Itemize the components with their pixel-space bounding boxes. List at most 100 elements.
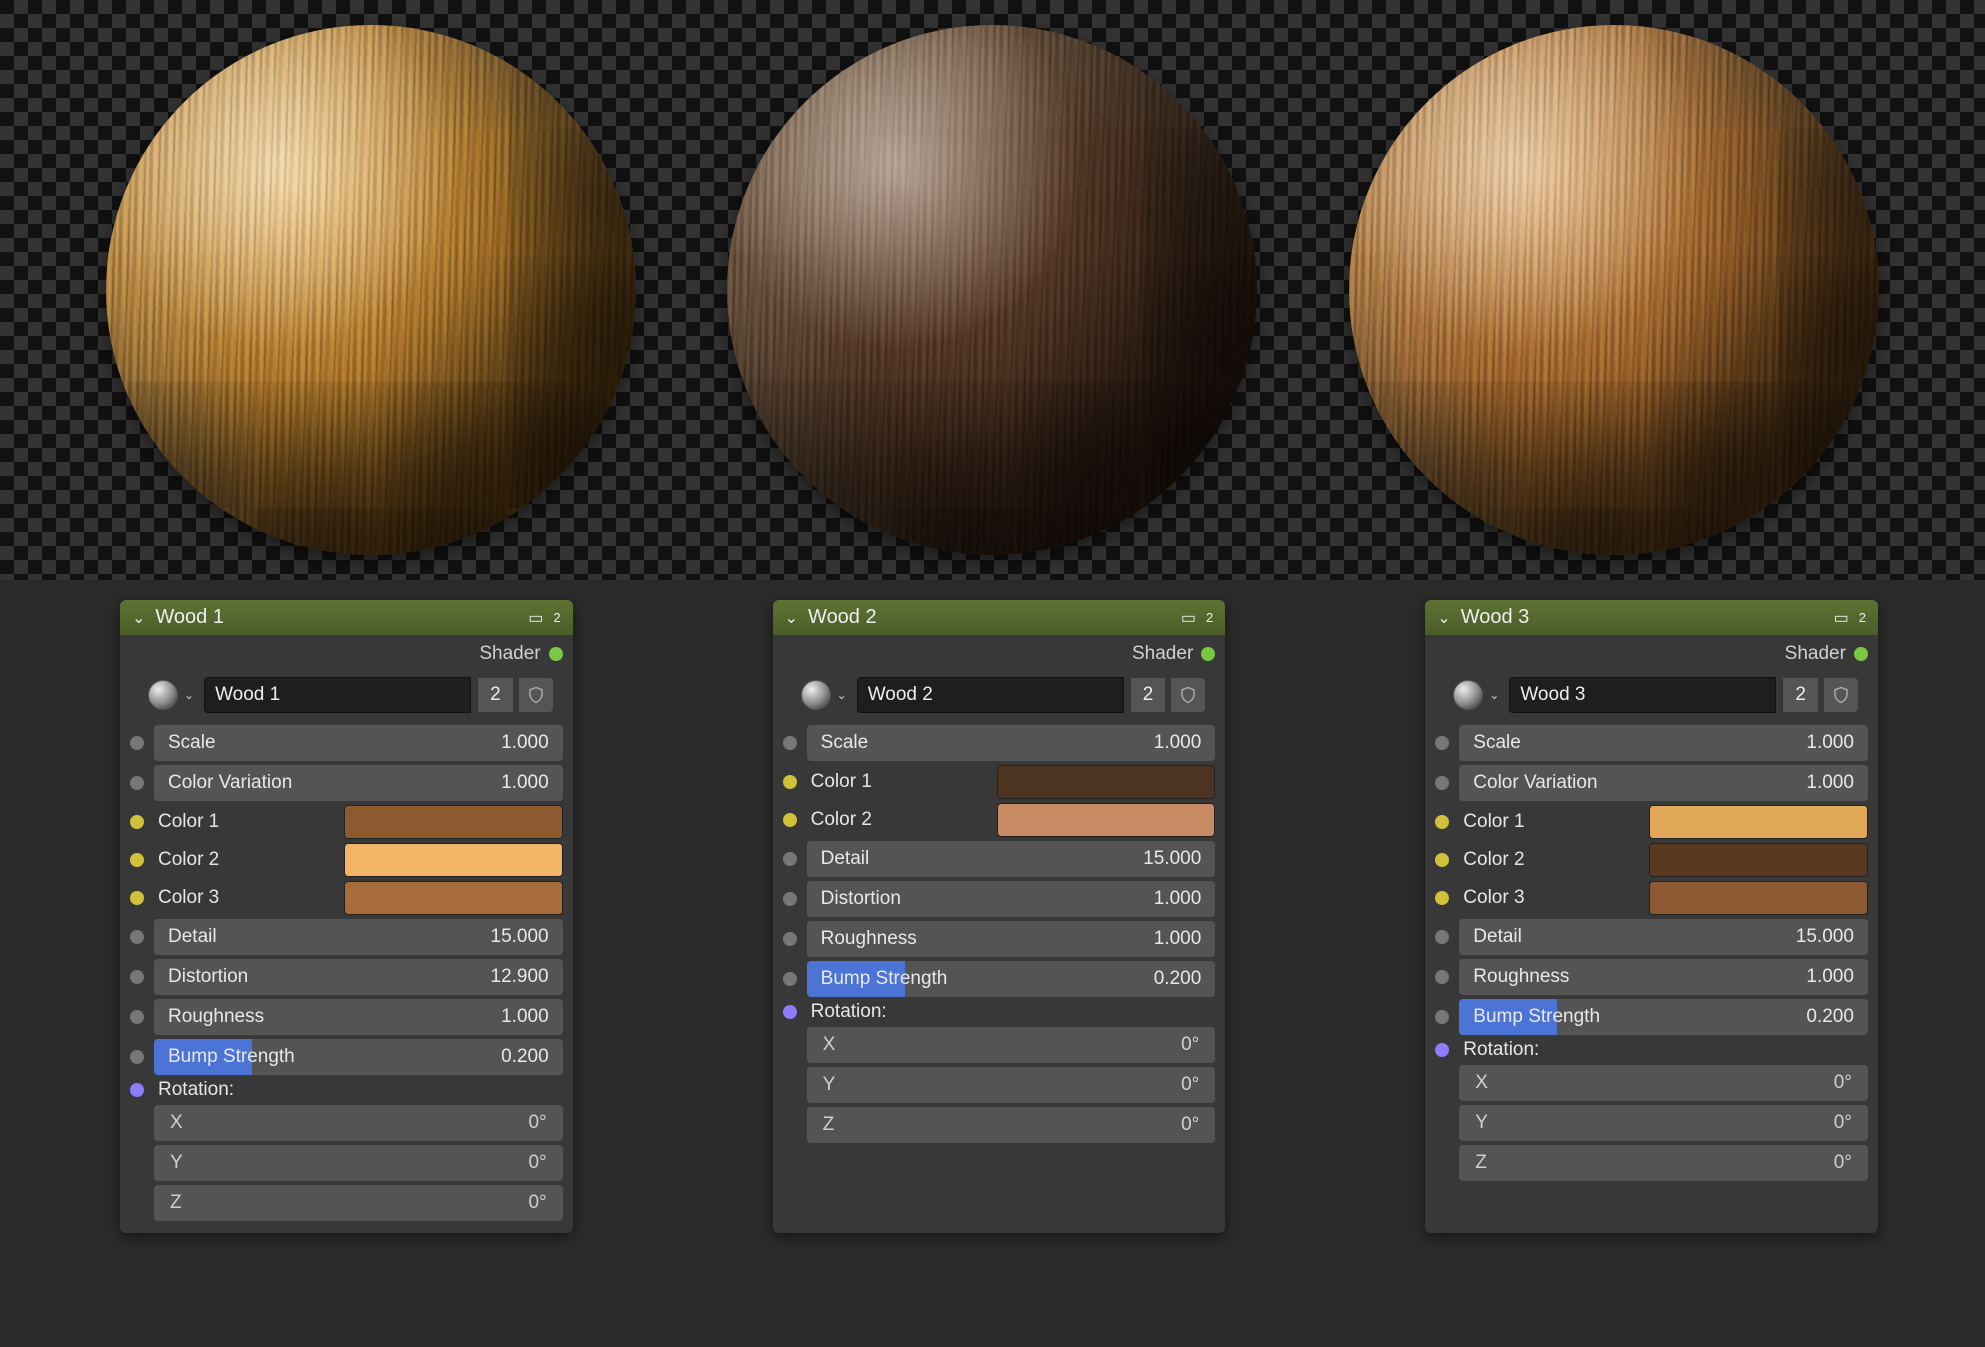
color-socket-icon[interactable] bbox=[130, 853, 144, 867]
float-socket-icon[interactable] bbox=[783, 932, 797, 946]
node-group-icon[interactable]: ▭ bbox=[1834, 608, 1849, 628]
material-preview-sphere-3 bbox=[1349, 25, 1879, 555]
color-swatch[interactable] bbox=[1649, 805, 1868, 839]
float-input[interactable]: Detail15.000 bbox=[807, 841, 1216, 877]
angle-value: 0° bbox=[1834, 1072, 1852, 1094]
material-user-count[interactable]: 2 bbox=[1130, 678, 1166, 712]
property-value: 1.000 bbox=[501, 1006, 549, 1028]
chevron-down-icon[interactable]: ⌄ bbox=[132, 608, 145, 628]
float-input[interactable]: Roughness1.000 bbox=[154, 999, 563, 1035]
property-value: 1.000 bbox=[1806, 772, 1854, 794]
material-name-field[interactable] bbox=[857, 677, 1124, 713]
float-input[interactable]: Scale1.000 bbox=[154, 725, 563, 761]
angle-input[interactable]: Y0° bbox=[154, 1145, 563, 1181]
float-socket-icon[interactable] bbox=[130, 1050, 144, 1064]
color-swatch[interactable] bbox=[344, 805, 563, 839]
float-input[interactable]: Detail15.000 bbox=[154, 919, 563, 955]
material-preview-icon[interactable] bbox=[1453, 680, 1483, 710]
node-group-icon[interactable]: ▭ bbox=[1181, 608, 1196, 628]
color-swatch[interactable] bbox=[344, 881, 563, 915]
float-input[interactable]: Bump Strength0.200 bbox=[1459, 999, 1868, 1035]
panel-header[interactable]: ⌄Wood 1▭2 bbox=[120, 600, 573, 635]
color-socket-icon[interactable] bbox=[1435, 891, 1449, 905]
color-socket-icon[interactable] bbox=[783, 813, 797, 827]
color-socket-icon[interactable] bbox=[130, 815, 144, 829]
angle-input[interactable]: Z0° bbox=[1459, 1145, 1868, 1181]
material-user-count[interactable]: 2 bbox=[477, 678, 513, 712]
angle-value: 0° bbox=[1181, 1114, 1199, 1136]
float-input[interactable]: Detail15.000 bbox=[1459, 919, 1868, 955]
float-socket-icon[interactable] bbox=[1435, 736, 1449, 750]
color-socket-icon[interactable] bbox=[783, 775, 797, 789]
output-socket-label: Shader bbox=[479, 643, 540, 665]
shader-socket-icon[interactable] bbox=[549, 647, 563, 661]
color-socket-icon[interactable] bbox=[130, 891, 144, 905]
vector-socket-icon[interactable] bbox=[783, 1005, 797, 1019]
material-name-field[interactable] bbox=[204, 677, 471, 713]
fake-user-toggle[interactable] bbox=[1171, 678, 1205, 712]
angle-input[interactable]: Y0° bbox=[807, 1067, 1216, 1103]
chevron-down-icon[interactable]: ⌄ bbox=[1489, 688, 1499, 702]
color-swatch[interactable] bbox=[1649, 881, 1868, 915]
float-socket-icon[interactable] bbox=[130, 930, 144, 944]
float-input[interactable]: Roughness1.000 bbox=[1459, 959, 1868, 995]
float-input[interactable]: Bump Strength0.200 bbox=[154, 1039, 563, 1075]
material-name-field[interactable] bbox=[1509, 677, 1776, 713]
float-socket-icon[interactable] bbox=[1435, 970, 1449, 984]
vector-socket-icon[interactable] bbox=[1435, 1043, 1449, 1057]
float-input[interactable]: Distortion1.000 bbox=[807, 881, 1216, 917]
float-socket-icon[interactable] bbox=[1435, 776, 1449, 790]
float-input[interactable]: Scale1.000 bbox=[807, 725, 1216, 761]
material-preview-icon[interactable] bbox=[801, 680, 831, 710]
panel-header[interactable]: ⌄Wood 2▭2 bbox=[773, 600, 1226, 635]
property-value: 1.000 bbox=[1806, 732, 1854, 754]
angle-input[interactable]: Z0° bbox=[807, 1107, 1216, 1143]
float-socket-icon[interactable] bbox=[130, 1010, 144, 1024]
float-socket-icon[interactable] bbox=[130, 736, 144, 750]
float-socket-icon[interactable] bbox=[130, 776, 144, 790]
float-socket-icon[interactable] bbox=[783, 972, 797, 986]
float-input[interactable]: Color Variation1.000 bbox=[1459, 765, 1868, 801]
color-socket-icon[interactable] bbox=[1435, 853, 1449, 867]
float-input[interactable]: Color Variation1.000 bbox=[154, 765, 563, 801]
angle-input[interactable]: Z0° bbox=[154, 1185, 563, 1221]
float-socket-icon[interactable] bbox=[1435, 930, 1449, 944]
color-swatch[interactable] bbox=[344, 843, 563, 877]
angle-input[interactable]: X0° bbox=[154, 1105, 563, 1141]
node-group-icon[interactable]: ▭ bbox=[528, 608, 543, 628]
node-panel[interactable]: ⌄Wood 3▭2Shader⌄2Scale1.000Color Variati… bbox=[1425, 600, 1878, 1233]
material-preview-icon[interactable] bbox=[148, 680, 178, 710]
angle-input[interactable]: X0° bbox=[1459, 1065, 1868, 1101]
fake-user-toggle[interactable] bbox=[1824, 678, 1858, 712]
shader-socket-icon[interactable] bbox=[1201, 647, 1215, 661]
panel-header[interactable]: ⌄Wood 3▭2 bbox=[1425, 600, 1878, 635]
float-socket-icon[interactable] bbox=[783, 852, 797, 866]
output-socket-row: Shader bbox=[120, 635, 573, 673]
node-panel[interactable]: ⌄Wood 1▭2 Shader ⌄ 2 Scale1.000 Color Variati… bbox=[120, 600, 573, 1233]
float-socket-icon[interactable] bbox=[783, 736, 797, 750]
float-input[interactable]: Bump Strength0.200 bbox=[807, 961, 1216, 997]
chevron-down-icon[interactable]: ⌄ bbox=[785, 608, 798, 628]
vector-socket-icon[interactable] bbox=[130, 1083, 144, 1097]
angle-input-row: Z0° bbox=[120, 1183, 573, 1223]
color-swatch[interactable] bbox=[997, 765, 1216, 799]
color-swatch[interactable] bbox=[1649, 843, 1868, 877]
angle-input[interactable]: X0° bbox=[807, 1027, 1216, 1063]
float-socket-icon[interactable] bbox=[1435, 1010, 1449, 1024]
color-socket-icon[interactable] bbox=[1435, 815, 1449, 829]
chevron-down-icon[interactable]: ⌄ bbox=[1437, 608, 1450, 628]
angle-input[interactable]: Y0° bbox=[1459, 1105, 1868, 1141]
shader-socket-icon[interactable] bbox=[1854, 647, 1868, 661]
float-input[interactable]: Distortion12.900 bbox=[154, 959, 563, 995]
chevron-down-icon[interactable]: ⌄ bbox=[837, 688, 847, 702]
float-input[interactable]: Roughness1.000 bbox=[807, 921, 1216, 957]
float-socket-icon[interactable] bbox=[130, 970, 144, 984]
material-user-count[interactable]: 2 bbox=[1782, 678, 1818, 712]
float-socket-icon[interactable] bbox=[783, 892, 797, 906]
chevron-down-icon[interactable]: ⌄ bbox=[184, 688, 194, 702]
color-swatch[interactable] bbox=[997, 803, 1216, 837]
node-panel[interactable]: ⌄Wood 2▭2Shader⌄2Scale1.000Color 1Color … bbox=[773, 600, 1226, 1233]
fake-user-toggle[interactable] bbox=[519, 678, 553, 712]
property-label: Detail bbox=[821, 848, 870, 870]
float-input[interactable]: Scale1.000 bbox=[1459, 725, 1868, 761]
